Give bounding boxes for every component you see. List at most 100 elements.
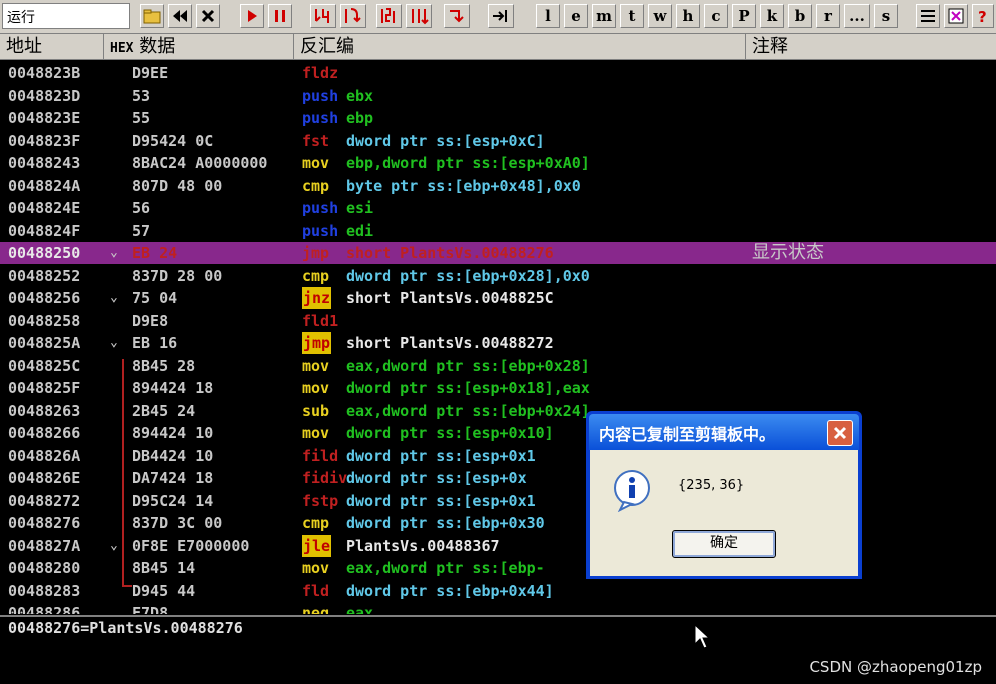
- window-button-c[interactable]: c: [704, 4, 728, 28]
- window-button-label: k: [766, 7, 778, 25]
- window-button-k[interactable]: k: [760, 4, 784, 28]
- row-address: 00488266: [8, 424, 81, 442]
- ok-button[interactable]: 确定: [672, 530, 776, 558]
- col-hex-suffix: 数据: [139, 36, 176, 57]
- col-comment[interactable]: 注释: [746, 34, 996, 60]
- pause-icon: [275, 10, 285, 22]
- svg-text:?: ?: [978, 8, 987, 24]
- row-operands: short PlantsVs.00488272: [346, 334, 554, 352]
- row-address: 00488243: [8, 154, 81, 172]
- row-mnemonic: fldz: [302, 64, 339, 82]
- window-button-label: w: [653, 7, 667, 25]
- row-address: 0048824F: [8, 221, 81, 240]
- row-hex: DB4424 10: [132, 446, 214, 465]
- dialog-titlebar[interactable]: 内容已复制至剪辑板中。: [589, 414, 859, 450]
- row-address: 0048824A: [8, 176, 81, 195]
- step-over-button[interactable]: [340, 4, 366, 28]
- play-icon: [248, 10, 257, 22]
- trace-over-icon: [412, 9, 429, 25]
- disassembly-row[interactable]: 00488256 ⌄ 75 04 jnz short PlantsVs.0048825C: [0, 287, 996, 309]
- window-button-s[interactable]: s: [874, 4, 898, 28]
- window-button-b[interactable]: b: [788, 4, 812, 28]
- goto-icon: [493, 10, 507, 22]
- row-operands: dword ptr ss:[ebp+0x44]: [346, 581, 554, 600]
- row-hex: D95C24 14: [132, 491, 214, 510]
- disassembly-row[interactable]: 00488250 ⌄ EB 24 jmp short PlantsVs.00488276…: [0, 242, 996, 264]
- row-address: 00488258: [8, 311, 81, 330]
- run-button[interactable]: [240, 4, 264, 28]
- row-operands: dword ptr ss:[ebp+0x30: [346, 514, 545, 532]
- dialog-message: {235, 36}: [678, 478, 745, 493]
- dialog-close-button[interactable]: [827, 420, 853, 446]
- window-button-r[interactable]: r: [816, 4, 840, 28]
- row-operands: eax,dword ptr ss:[ebp-: [346, 559, 545, 577]
- col-disasm[interactable]: 反汇编: [294, 34, 746, 60]
- row-comment: 显示状态: [752, 242, 824, 263]
- list-view-button[interactable]: [916, 4, 940, 28]
- window-button-more[interactable]: ...: [844, 4, 870, 28]
- row-operands: dword ptr ss:[esp+0x10]: [346, 424, 554, 442]
- pause-button[interactable]: [268, 4, 292, 28]
- row-address: 0048823F: [8, 131, 81, 150]
- disassembly-row[interactable]: 0048824E 56 push esi: [0, 197, 996, 219]
- execute-till-return-button[interactable]: [444, 4, 470, 28]
- row-address: 0048823E: [8, 109, 81, 127]
- window-button-t[interactable]: t: [620, 4, 644, 28]
- col-address[interactable]: 地址: [0, 34, 104, 60]
- rewind-button[interactable]: [168, 4, 192, 28]
- row-operands: ebp,dword ptr ss:[esp+0xA0]: [346, 154, 590, 172]
- row-operands: eax,dword ptr ss:[ebp+0x28]: [346, 356, 590, 375]
- row-mnemonic: mov: [302, 559, 330, 577]
- row-address: 0048823B: [8, 64, 81, 82]
- step-into-button[interactable]: [310, 4, 336, 28]
- disassembly-row[interactable]: 0048823F D95424 0C fst dword ptr ss:[esp+0x…: [0, 130, 996, 152]
- row-mnemonic: jle: [302, 534, 332, 557]
- window-button-h[interactable]: h: [676, 4, 700, 28]
- row-hex: 894424 18: [132, 379, 214, 397]
- row-operands: dword ptr ss:[ebp+0x28],0x0: [346, 266, 590, 285]
- row-address: 00488250: [8, 244, 81, 262]
- disassembly-row[interactable]: 00488286 F7D8 neg eax: [0, 602, 996, 614]
- window-button-l[interactable]: l: [536, 4, 560, 28]
- col-hex[interactable]: HEX 数据: [104, 34, 294, 60]
- window-button-p[interactable]: P: [732, 4, 756, 28]
- disassembly-row[interactable]: 00488243 8BAC24 A0000000 mov ebp,dword ptr …: [0, 152, 996, 174]
- row-hex: D95424 0C: [132, 131, 214, 150]
- window-button-label: ...: [849, 7, 865, 25]
- disassembly-row[interactable]: 00488252 837D 28 00 cmp dword ptr ss:[ebp+0…: [0, 265, 996, 287]
- disassembly-row[interactable]: 0048825A ⌄ EB 16 jmp short PlantsVs.00488272: [0, 332, 996, 354]
- row-hex: D9EE: [132, 64, 169, 82]
- row-operands: dword ptr ss:[esp+0x1: [346, 491, 536, 510]
- info-line: 00488276=PlantsVs.00488276: [8, 619, 243, 637]
- disassembly-row[interactable]: 0048825F 894424 18 mov dword ptr ss:[esp+0x…: [0, 377, 996, 399]
- row-address: 00488276: [8, 514, 81, 532]
- trace-over-button[interactable]: [406, 4, 432, 28]
- window-button-label: t: [628, 7, 636, 25]
- window-button-m[interactable]: m: [592, 4, 616, 28]
- trace-into-button[interactable]: [376, 4, 402, 28]
- disassembly-row[interactable]: 0048823D 53 push ebx: [0, 85, 996, 107]
- return-icon: [450, 10, 464, 23]
- options-icon: [948, 8, 964, 24]
- row-hex: 53: [132, 86, 151, 105]
- disassembly-row[interactable]: 0048823B D9EE fldz: [0, 62, 996, 84]
- window-button-w[interactable]: w: [648, 4, 672, 28]
- row-mnemonic: cmp: [302, 514, 330, 532]
- row-hex: 57: [132, 221, 151, 240]
- info-pane: 00488276=PlantsVs.00488276 CSDN @zhaopen…: [0, 615, 996, 684]
- disassembly-row[interactable]: 0048825C 8B45 28 mov eax,dword ptr ss:[ebp+…: [0, 355, 996, 377]
- goto-button[interactable]: [488, 4, 514, 28]
- row-mnemonic: fidiv: [302, 469, 348, 487]
- open-button[interactable]: [140, 4, 164, 28]
- disassembly-row[interactable]: 0048824F 57 push edi: [0, 220, 996, 242]
- column-header: 地址 HEX 数据 反汇编 注释: [0, 34, 996, 60]
- help-button[interactable]: ?: [972, 4, 994, 28]
- disassembly-row[interactable]: 00488283 D945 44 fld dword ptr ss:[ebp+0x44…: [0, 580, 996, 602]
- disassembly-row[interactable]: 0048823E 55 push ebp: [0, 107, 996, 129]
- window-button-e[interactable]: e: [564, 4, 588, 28]
- close-debug-button[interactable]: [196, 4, 220, 28]
- options-button[interactable]: [944, 4, 968, 28]
- disassembly-row[interactable]: 00488258 D9E8 fld1: [0, 310, 996, 332]
- jump-arrow-target: [122, 585, 132, 587]
- disassembly-row[interactable]: 0048824A 807D 48 00 cmp byte ptr ss:[ebp+0x…: [0, 175, 996, 197]
